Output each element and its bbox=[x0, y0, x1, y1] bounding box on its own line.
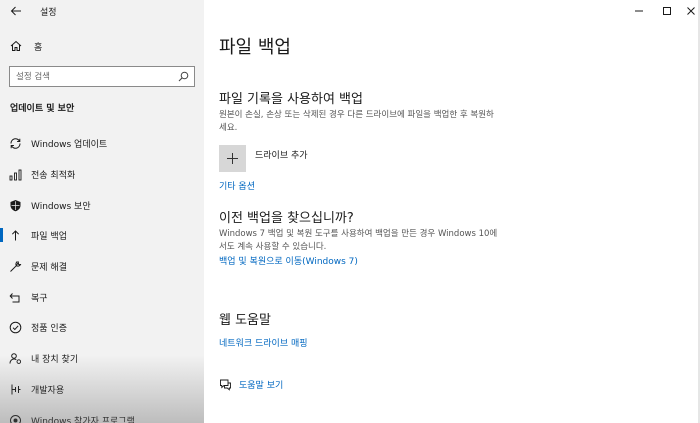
home-label: 홈 bbox=[34, 42, 43, 53]
file-history-heading: 파일 기록을 사용하여 백업 bbox=[219, 92, 363, 107]
wrench-icon bbox=[10, 260, 22, 272]
sidebar-item-label: Windows 보안 bbox=[31, 201, 91, 212]
delivery-optimization-icon bbox=[9, 169, 22, 180]
home-icon bbox=[10, 40, 22, 51]
back-arrow-icon[interactable] bbox=[9, 4, 23, 18]
sidebar-item-label: Windows 업데이트 bbox=[31, 139, 108, 150]
sidebar-item-activation[interactable]: 정품 인증 bbox=[0, 315, 204, 339]
web-help-heading: 웹 도움말 bbox=[219, 313, 271, 328]
sidebar-item-label: 개발자용 bbox=[31, 385, 65, 396]
sidebar-item-find-my-device[interactable]: 내 장치 찾기 bbox=[0, 346, 204, 370]
sidebar-item-label: 전송 최적화 bbox=[31, 170, 76, 181]
sidebar-item-label: Windows 참가자 프로그램 bbox=[31, 416, 135, 423]
recovery-icon bbox=[9, 292, 20, 302]
older-backup-description: Windows 7 백업 및 복원 도구를 사용하여 백업을 만든 경우 Win… bbox=[219, 229, 498, 252]
plus-icon bbox=[227, 153, 238, 164]
developer-icon bbox=[11, 384, 21, 394]
map-network-drive-link[interactable]: 네트워크 드라이브 매핑 bbox=[219, 336, 308, 349]
search-icon[interactable] bbox=[178, 71, 189, 82]
window-title: 설정 bbox=[40, 8, 57, 18]
sidebar-item-recovery[interactable]: 복구 bbox=[0, 285, 204, 309]
add-drive-label: 드라이브 추가 bbox=[255, 151, 308, 161]
more-options-link[interactable]: 기타 옵션 bbox=[219, 179, 255, 192]
sidebar-item-label: 내 장치 찾기 bbox=[31, 354, 79, 365]
sidebar-item-file-backup[interactable]: 파일 백업 bbox=[0, 223, 204, 247]
sidebar-item-windows-update[interactable]: Windows 업데이트 bbox=[0, 131, 204, 155]
sidebar: 홈 업데이트 및 보안 Windows 업데이트 전송 최적화 Windows … bbox=[0, 0, 204, 423]
home-nav-item[interactable]: 홈 bbox=[10, 38, 42, 54]
main-content: 파일 백업 파일 기록을 사용하여 백업 원본이 손실, 손상 또는 삭제된 경… bbox=[204, 0, 700, 423]
sidebar-item-label: 복구 bbox=[31, 293, 48, 304]
person-location-icon bbox=[9, 352, 22, 364]
sidebar-item-developer[interactable]: 개발자용 bbox=[0, 377, 204, 401]
add-drive-tile[interactable] bbox=[219, 145, 246, 172]
sidebar-item-delivery-optimization[interactable]: 전송 최적화 bbox=[0, 162, 204, 186]
get-help-link[interactable]: 도움말 보기 bbox=[219, 377, 283, 391]
shield-icon bbox=[10, 199, 21, 211]
sidebar-item-label: 정품 인증 bbox=[31, 323, 67, 334]
older-backup-heading: 이전 백업을 찾으십니까? bbox=[219, 211, 354, 226]
check-circle-icon bbox=[9, 321, 22, 333]
insider-icon bbox=[10, 414, 21, 423]
add-drive-button[interactable]: 드라이브 추가 bbox=[219, 145, 308, 172]
get-help-label: 도움말 보기 bbox=[239, 380, 284, 391]
sync-icon bbox=[10, 137, 21, 149]
sidebar-item-label: 파일 백업 bbox=[31, 231, 67, 242]
file-history-description: 원본이 손실, 손상 또는 삭제된 경우 다른 드라이브에 파일을 백업한 후 … bbox=[219, 110, 494, 133]
sidebar-item-label: 문제 해결 bbox=[31, 262, 67, 273]
search-box[interactable] bbox=[9, 66, 195, 87]
backup-restore-windows7-link[interactable]: 백업 및 복원으로 이동(Windows 7) bbox=[219, 254, 358, 267]
backup-arrow-icon bbox=[11, 229, 20, 240]
sidebar-item-troubleshoot[interactable]: 문제 해결 bbox=[0, 254, 204, 278]
sidebar-item-windows-security[interactable]: Windows 보안 bbox=[0, 193, 204, 217]
chat-help-icon bbox=[220, 379, 231, 391]
sidebar-item-insider-program[interactable]: Windows 참가자 프로그램 bbox=[0, 408, 204, 423]
section-title: 업데이트 및 보안 bbox=[10, 104, 75, 114]
page-title: 파일 백업 bbox=[219, 37, 291, 58]
search-input[interactable] bbox=[16, 69, 176, 84]
